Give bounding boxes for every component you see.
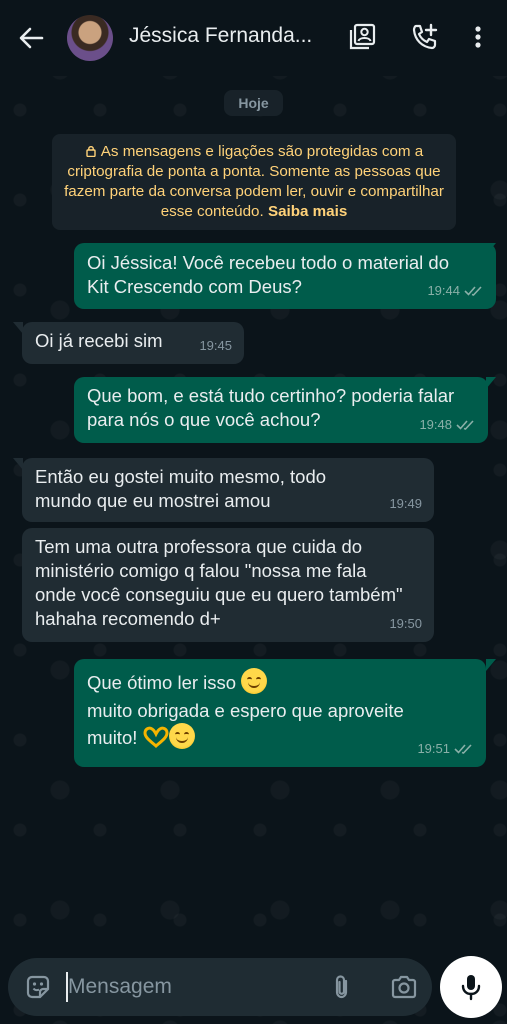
date-chip: Hoje xyxy=(224,90,283,116)
more-options-icon[interactable] xyxy=(465,22,491,52)
message-line: Que ótimo ler isso xyxy=(87,668,474,695)
message-composer[interactable]: Mensagem xyxy=(8,958,432,1016)
sticker-icon[interactable] xyxy=(24,973,52,1001)
message-input[interactable]: Mensagem xyxy=(68,975,172,999)
chat-header: Jéssica Fernanda... xyxy=(0,0,507,76)
double-check-icon xyxy=(464,286,482,296)
message-time: 19:44 xyxy=(427,283,460,298)
message-bubble-outgoing[interactable]: Que ótimo ler isso muito obrigada e espe… xyxy=(74,659,486,767)
message-time: 19:50 xyxy=(389,616,422,631)
message-meta: 19:45 xyxy=(199,334,232,358)
message-line: muito! xyxy=(87,723,474,750)
contact-name[interactable]: Jéssica Fernanda... xyxy=(129,24,329,48)
bubble-tail xyxy=(486,659,496,671)
encryption-notice[interactable]: As mensagens e ligações são protegidas c… xyxy=(52,134,456,230)
message-meta: 19:48 xyxy=(419,413,476,437)
camera-icon[interactable] xyxy=(390,973,418,1001)
contact-avatar[interactable] xyxy=(67,15,113,61)
microphone-icon xyxy=(461,975,481,1001)
bubble-tail xyxy=(486,243,496,255)
encryption-notice-text: As mensagens e ligações são protegidas c… xyxy=(64,143,444,220)
smiling-face-emoji-icon xyxy=(168,723,195,749)
double-check-icon xyxy=(456,420,474,430)
heart-hands-emoji-icon xyxy=(143,726,169,748)
message-time: 19:48 xyxy=(419,417,452,432)
contact-card-icon[interactable] xyxy=(347,22,377,52)
message-text: Então eu gostei muito mesmo, todo mundo … xyxy=(35,466,327,511)
message-text: Que bom, e está tudo certinho? poderia f… xyxy=(87,385,455,430)
message-text: Oi Jéssica! Você recebeu todo o material… xyxy=(87,252,449,297)
message-time: 19:51 xyxy=(417,741,450,756)
lock-icon xyxy=(86,145,96,157)
bubble-tail xyxy=(13,458,23,470)
double-check-icon xyxy=(454,744,472,754)
paperclip-icon[interactable] xyxy=(328,973,356,1001)
message-bubble-outgoing[interactable]: Que bom, e está tudo certinho? poderia f… xyxy=(74,377,488,443)
message-bubble-incoming[interactable]: Então eu gostei muito mesmo, todo mundo … xyxy=(22,458,434,522)
bubble-tail xyxy=(13,322,23,334)
message-meta: 19:49 xyxy=(389,492,422,516)
message-time: 19:45 xyxy=(199,338,232,353)
learn-more-link[interactable]: Saiba mais xyxy=(268,203,347,220)
message-time: 19:49 xyxy=(389,496,422,511)
message-text: Tem uma outra professora que cuida do mi… xyxy=(35,536,403,629)
message-meta: 19:44 xyxy=(427,279,484,303)
message-bubble-incoming[interactable]: Oi já recebi sim 19:45 xyxy=(22,322,244,364)
message-text: muito! xyxy=(87,727,138,748)
message-text: Que ótimo ler isso xyxy=(87,672,237,693)
message-meta: 19:51 xyxy=(417,737,474,761)
add-call-icon[interactable] xyxy=(410,22,440,52)
message-bubble-incoming[interactable]: Tem uma outra professora que cuida do mi… xyxy=(22,528,434,642)
voice-message-button[interactable] xyxy=(440,956,502,1018)
message-meta: 19:50 xyxy=(389,612,422,636)
message-bubble-outgoing[interactable]: Oi Jéssica! Você recebeu todo o material… xyxy=(74,243,496,309)
back-arrow-icon[interactable] xyxy=(16,24,46,52)
message-text: muito obrigada e espero que aproveite xyxy=(87,700,404,721)
bubble-tail xyxy=(486,377,496,389)
smiling-face-emoji-icon xyxy=(241,668,268,694)
